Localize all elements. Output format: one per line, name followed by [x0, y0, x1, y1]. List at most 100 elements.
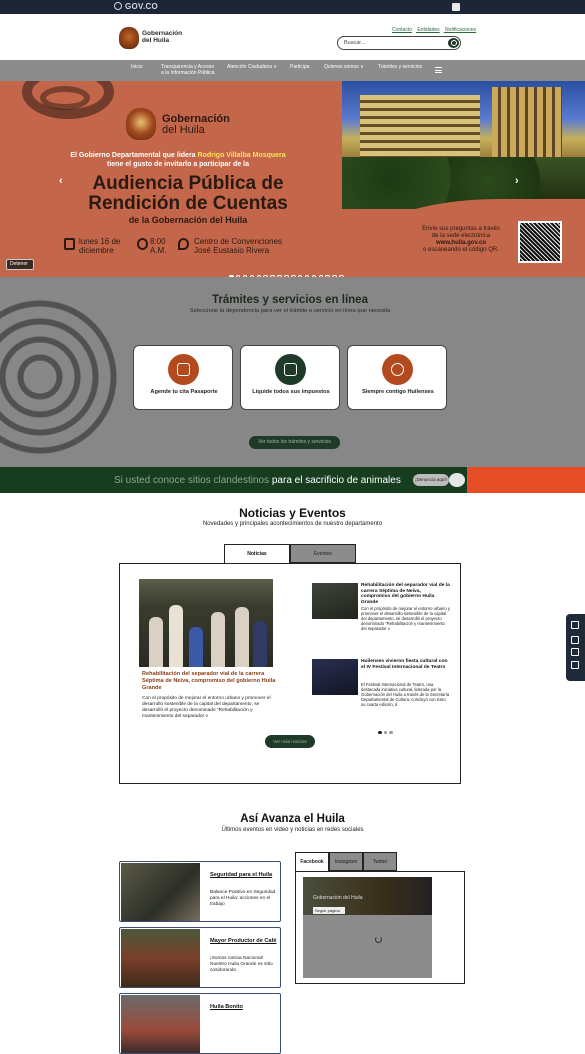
news-title: Noticias y Eventos: [239, 506, 346, 520]
news-thumb: [312, 659, 358, 695]
nav-item-atencion[interactable]: Atención Ciudadana ∨: [227, 64, 277, 71]
search-icon[interactable]: [448, 38, 459, 48]
hero-side-note: Envíe sus preguntas a través de la sede …: [412, 226, 510, 254]
video-text: ¡Somos noticia Nacional! Nuestro Huila G…: [210, 956, 273, 973]
hero-seal-icon: [126, 108, 156, 140]
news-subtitle: Novedades y principales acontecimientos …: [202, 521, 383, 527]
video-title[interactable]: Huila Bonito: [210, 1004, 280, 1011]
tramites-title: Trámites y servicios en línea: [212, 294, 368, 306]
news-panel: Rehabilitación del separador vial de la …: [119, 563, 461, 784]
search-placeholder: Buscar...: [344, 40, 366, 46]
accessibility-icon[interactable]: [452, 3, 460, 11]
hero-intro: El Gobierno Departamental que lidera Rod…: [58, 151, 298, 169]
nav-item-participa[interactable]: Participa: [290, 64, 309, 71]
facebook-page-name[interactable]: Gobernación del Huila: [313, 895, 362, 901]
carousel-dots: [229, 266, 346, 277]
gov-co-logo[interactable]: GOV.CO: [114, 2, 158, 11]
tramite-card-impuestos[interactable]: Liquide todos sus impuestos: [240, 345, 340, 410]
all-tramites-button[interactable]: Ver todos los trámites y servicios: [249, 436, 340, 449]
tax-icon: [275, 354, 306, 385]
contrast-icon[interactable]: [571, 621, 579, 629]
zoom-out-icon[interactable]: [571, 648, 579, 656]
hero-side-3: o escaneando el código QR.: [423, 247, 499, 253]
banner-text-bright: para el sacrificio de animales: [269, 475, 401, 486]
menu-icon[interactable]: [435, 67, 442, 73]
news-item-title[interactable]: Rehabilitación del separador vial de la …: [361, 583, 451, 605]
gov-top-bar: GOV.CO: [0, 0, 585, 14]
loading-spinner-icon: [375, 936, 382, 943]
facebook-cover: Gobernación del Huila Seguir página: [303, 877, 432, 915]
banner-text-dim: Si usted conoce sitios clandestinos: [114, 475, 270, 486]
video-card[interactable]: Seguridad para el Huila Balance Positivo…: [119, 861, 281, 922]
banner-red-block: [467, 467, 585, 493]
carousel-next-icon[interactable]: ›: [515, 175, 519, 187]
tramite-card-label: Siempre contigo Huilenses: [362, 389, 434, 395]
hero-carousel: Gobernación del Huila El Gobierno Departa…: [0, 81, 585, 277]
tab-instagram[interactable]: Instagram: [329, 852, 363, 871]
news-list-item[interactable]: Rehabilitación del separador vial de la …: [312, 583, 452, 631]
tramites-pattern: [0, 277, 150, 467]
top-links: Contacto Entidades Notificaciones: [392, 27, 480, 33]
hero-side-url[interactable]: www.huila.gov.co: [436, 240, 486, 246]
news-item-title[interactable]: Huilenses vivieron fiesta cultural con e…: [361, 659, 451, 670]
tab-facebook[interactable]: Facebook: [295, 852, 329, 871]
avanza-title: Así Avanza el Huila: [240, 813, 345, 825]
facebook-embed[interactable]: Gobernación del Huila Seguir página: [303, 877, 432, 978]
clock-icon: [137, 238, 148, 250]
facebook-follow-button[interactable]: Seguir página: [313, 907, 345, 914]
tab-twitter[interactable]: Twitter: [363, 852, 397, 871]
news-page-dot[interactable]: [383, 730, 387, 734]
hero-title-line-1: Audiencia Pública de: [92, 173, 284, 194]
tramite-card-pasaporte[interactable]: Agende tu cita Pasaporte: [133, 345, 233, 410]
news-list-item[interactable]: Huilenses vivieron fiesta cultural con e…: [312, 659, 452, 707]
top-link-contacto[interactable]: Contacto: [392, 27, 412, 33]
tramites-description: Seleccione la dependencia para ver el tr…: [189, 308, 391, 314]
hero-logo-line-2: del Huila: [162, 124, 205, 136]
carousel-pause-button[interactable]: Detener: [6, 259, 34, 270]
video-card[interactable]: Mayor Productor de Café ¡Somos noticia N…: [119, 927, 281, 988]
site-header: Gobernación del Huila Contacto Entidades …: [0, 14, 585, 60]
zoom-in-icon[interactable]: [571, 636, 579, 644]
tramite-card-huilenses[interactable]: Siempre contigo Huilenses: [347, 345, 447, 410]
video-title[interactable]: Mayor Productor de Café: [210, 938, 280, 945]
more-news-button[interactable]: Ver más noticias: [265, 735, 315, 748]
banner-text: Si usted conoce sitios clandestinos para…: [114, 475, 401, 486]
video-thumb: [121, 929, 200, 987]
top-link-entidades[interactable]: Entidades: [417, 27, 439, 33]
gobernacion-logo[interactable]: Gobernación del Huila: [119, 27, 182, 49]
news-page-dot[interactable]: [378, 730, 382, 734]
nav-item-transparencia[interactable]: Transparencia y Acceso a la Información …: [161, 64, 216, 76]
news-page-dot[interactable]: [389, 730, 393, 734]
search-input[interactable]: Buscar...: [337, 36, 461, 50]
featured-news-title[interactable]: Rehabilitación del separador vial de la …: [142, 671, 280, 692]
hero-intro-a: El Gobierno Departamental que lidera: [70, 152, 198, 159]
handshake-icon: [382, 354, 413, 385]
hero-date-2: diciembre: [79, 245, 114, 255]
denuncia-banner: Si usted conoce sitios clandestinos para…: [0, 467, 585, 493]
avanza-subtitle: Últimos eventos en video y noticias en r…: [221, 827, 364, 833]
denuncia-button[interactable]: ¡Denuncia aquí!: [413, 474, 449, 486]
video-thumb: [121, 863, 200, 921]
hero-side-1: Envíe sus preguntas a través: [422, 226, 500, 232]
tramite-card-label: Liquide todos sus impuestos: [252, 389, 330, 395]
huila-seal-icon: [119, 27, 139, 49]
nav-item-tramites[interactable]: Trámites y servicios: [378, 64, 422, 71]
pig-icon: [449, 473, 465, 487]
logo-line-2: del Huila: [142, 37, 170, 44]
reset-icon[interactable]: [571, 661, 579, 669]
social-feed-panel: Gobernación del Huila Seguir página: [295, 871, 465, 984]
nav-item-quienes-somos[interactable]: Quienes somos ∨: [324, 64, 364, 71]
tab-eventos[interactable]: Eventos: [290, 544, 356, 563]
main-nav: Inicio Transparencia y Acceso a la Infor…: [0, 60, 585, 81]
hero-title-line-2: Rendición de Cuentas: [88, 193, 288, 214]
video-title[interactable]: Seguridad para el Huila: [210, 872, 280, 879]
qr-code-icon: [518, 221, 562, 263]
featured-news-image[interactable]: [139, 579, 273, 667]
top-link-notificaciones[interactable]: Notificaciones: [445, 27, 476, 33]
calendar-icon: [64, 238, 75, 250]
tab-noticias[interactable]: Noticias: [224, 544, 290, 563]
carousel-prev-icon[interactable]: ‹: [59, 175, 63, 187]
nav-item-inicio[interactable]: Inicio: [131, 64, 143, 71]
floating-toolbar: [566, 614, 585, 681]
video-thumb: [121, 995, 200, 1053]
